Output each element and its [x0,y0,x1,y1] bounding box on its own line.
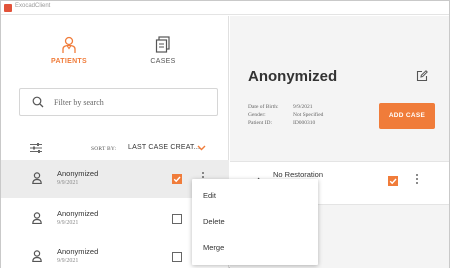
search-input[interactable] [54,95,204,109]
filter-icon[interactable] [30,143,42,153]
person-icon [32,250,42,262]
sort-dropdown[interactable]: LAST CASE CREAT... [128,144,200,151]
person-icon [32,212,42,224]
patient-icon [62,36,76,53]
dob-value: 9/9/2021 [293,104,313,110]
sort-label: SORT BY: [91,146,117,152]
app-logo-icon [4,4,12,12]
chevron-down-icon[interactable] [197,145,206,151]
app-window: ExocadClient PATIENTS CASES Filter by se… [0,0,450,268]
window-title: ExocadClient [15,3,51,9]
patient-checkbox[interactable] [172,214,182,224]
checkmark-icon [389,178,397,185]
patient-id-label: Patient ID: [248,120,272,126]
search-icon [32,96,44,108]
dob-label: Date of Birth: [248,104,279,110]
patient-date: 9/9/2021 [57,258,79,264]
patient-id-value: ID000310 [293,120,316,126]
tab-cases[interactable]: CASES [123,36,203,78]
gender-value: Not Specified [293,112,324,118]
case-checkbox[interactable] [388,176,398,186]
patient-detail-name: Anonymized [248,68,338,85]
context-menu: Edit Delete Merge [192,179,318,265]
gender-label: Gender: [248,112,266,118]
cases-icon [155,36,170,53]
person-icon [32,172,42,184]
search-box [19,88,218,116]
more-options-icon[interactable] [414,172,420,188]
tab-patients-label: PATIENTS [51,58,87,65]
patient-name: Anonymized [57,209,99,218]
patient-name: Anonymized [57,247,99,256]
patient-date: 9/9/2021 [57,220,79,226]
tab-cases-label: CASES [150,58,176,65]
patient-date: 9/9/2021 [57,180,79,186]
tab-patients[interactable]: PATIENTS [29,36,109,78]
case-name: No Restoration [273,170,324,179]
checkmark-icon [173,176,181,183]
menu-item-edit[interactable]: Edit [192,183,318,209]
menu-item-merge[interactable]: Merge [192,235,318,261]
edit-icon[interactable] [416,70,428,82]
patient-name: Anonymized [57,169,99,178]
add-case-button[interactable]: ADD CASE [379,103,435,129]
patient-checkbox[interactable] [172,252,182,262]
menu-item-delete[interactable]: Delete [192,209,318,235]
title-bar: ExocadClient [1,1,449,15]
patient-checkbox[interactable] [172,174,182,184]
